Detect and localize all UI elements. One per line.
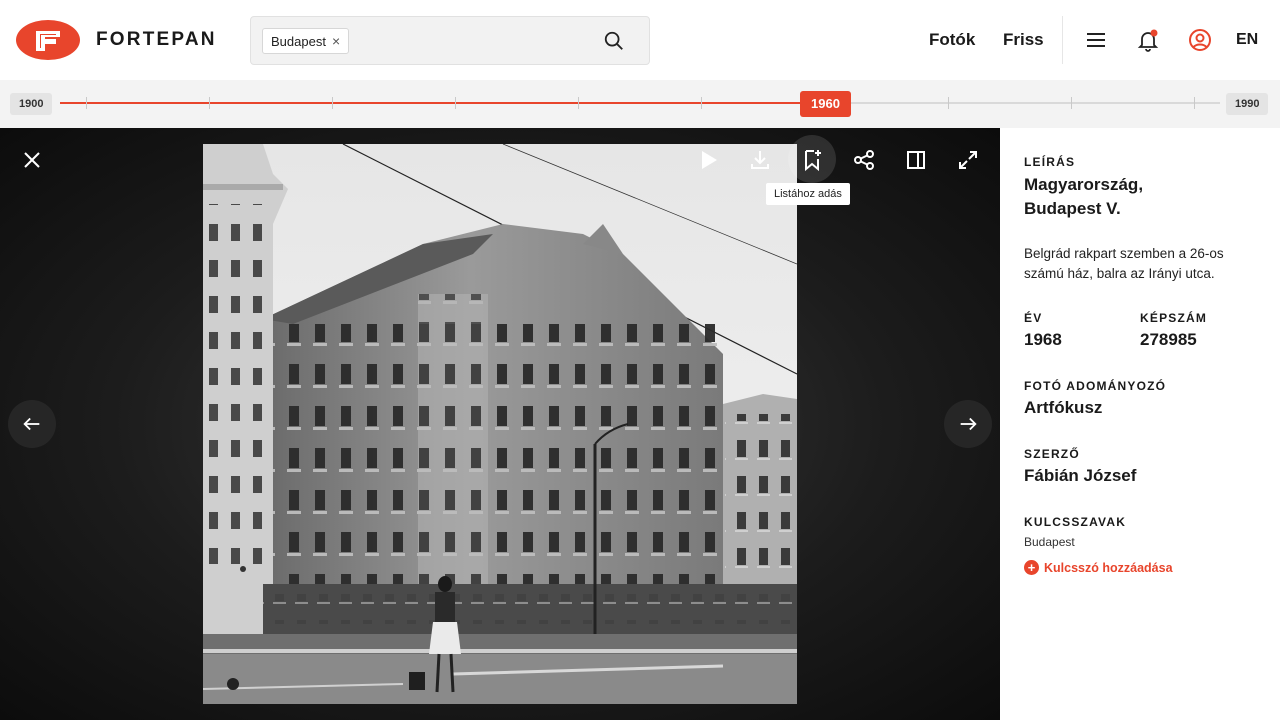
timeline-handle[interactable]: 1960 [800,91,851,117]
keywords-label: KULCSSZAVAK [1024,515,1127,529]
share-icon[interactable] [852,148,876,172]
photo-id-value: 278985 [1140,330,1197,349]
header: FORTEPAN Budapest × Fotók Friss EN [0,0,1280,80]
play-icon[interactable] [696,148,720,172]
keyword-link[interactable]: Budapest [1024,535,1075,549]
prev-photo-button[interactable] [8,400,56,448]
photo-description: Belgrád rakpart szemben a 26-os számú há… [1024,246,1224,281]
timeline-tick [86,97,87,109]
download-icon[interactable] [748,148,772,172]
brand-name[interactable]: FORTEPAN [96,30,217,50]
year-label: ÉV [1024,311,1043,325]
arrow-left-icon [23,417,40,431]
timeline-tick [701,97,702,109]
fullscreen-icon[interactable] [956,148,980,172]
add-keyword-label: Kulcsszó hozzáadása [1044,560,1173,575]
tooltip: Listához adás [766,183,850,205]
year-value[interactable]: 1968 [1024,328,1062,352]
location-title-line1: Magyarország, [1024,175,1144,194]
bell-icon[interactable] [1136,28,1160,52]
timeline-end-year: 1990 [1226,93,1269,115]
arrow-right-icon [960,417,977,431]
menu-icon[interactable] [1084,28,1108,52]
search-icon[interactable] [603,30,625,52]
timeline-tick [1071,97,1072,109]
location-title-line2: Budapest V. [1024,199,1121,218]
chip-remove-icon[interactable]: × [332,34,340,48]
search-box[interactable]: Budapest × [250,16,650,65]
close-icon[interactable] [20,148,44,172]
sidebar-toggle-icon[interactable] [904,148,928,172]
search-chip-label: Budapest [271,33,326,49]
author-value[interactable]: Fábián József [1024,464,1136,488]
timeline-tick [948,97,949,109]
photo-viewer: Listához adás [0,128,1000,720]
nav-fresh[interactable]: Friss [1003,30,1044,50]
timeline-fill [60,102,825,104]
author-label: SZERZŐ [1024,447,1080,461]
language-switch[interactable]: EN [1236,31,1258,49]
timeline-tick [455,97,456,109]
timeline-tick [209,97,210,109]
photo-image[interactable] [203,144,797,704]
description-label: LEÍRÁS [1024,155,1076,169]
user-icon[interactable] [1188,28,1212,52]
donor-label: FOTÓ ADOMÁNYOZÓ [1024,379,1167,393]
timeline-tick [332,97,333,109]
search-chip[interactable]: Budapest × [262,28,350,54]
year-timeline[interactable]: 1900 1990 1960 [0,80,1280,128]
timeline-tick [1194,97,1195,109]
nav-photos[interactable]: Fotók [929,30,975,50]
timeline-start-year: 1900 [10,93,53,115]
fortepan-logo[interactable] [16,20,80,60]
photo-id-label: KÉPSZÁM [1140,311,1208,325]
add-keyword-button[interactable]: + Kulcsszó hozzáadása [1024,560,1173,575]
timeline-tick [578,97,579,109]
bookmark-add-icon[interactable] [800,148,824,172]
donor-value[interactable]: Artfókusz [1024,396,1102,420]
next-photo-button[interactable] [944,400,992,448]
photo-details-panel: LEÍRÁS Magyarország, Budapest V. Belgrád… [1000,128,1280,720]
plus-icon: + [1024,560,1039,575]
nav-divider [1062,16,1063,64]
